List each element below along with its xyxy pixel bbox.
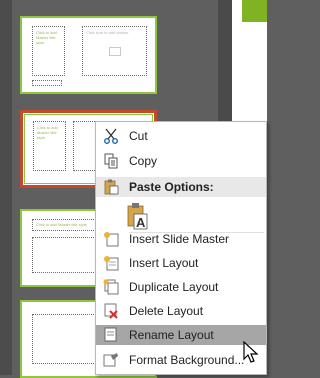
format-background-icon — [103, 353, 118, 367]
menu-item-format-background[interactable]: Format Background... — [96, 350, 266, 370]
paste-icon — [104, 179, 119, 195]
title-placeholder-text: Click to add Master title style — [36, 222, 87, 227]
scissors-icon — [104, 128, 118, 144]
title-placeholder-text: Click to add Master title style — [36, 30, 57, 45]
menu-item-copy[interactable]: Copy — [96, 151, 266, 171]
menu-item-rename-layout[interactable]: Rename Layout — [96, 325, 266, 345]
footer-placeholder — [32, 80, 62, 86]
copy-icon — [104, 153, 118, 169]
paste-keep-text-only-icon[interactable]: A — [126, 202, 148, 230]
title-placeholder-text: Click to add Master title style — [37, 125, 58, 140]
delete-layout-icon — [104, 303, 118, 319]
context-menu: Cut Copy Paste Options: A Insert Slide M… — [95, 121, 267, 375]
slide-accent-bar — [242, 0, 267, 22]
menu-item-delete-layout[interactable]: Delete Layout — [96, 301, 266, 321]
content-placeholder — [32, 237, 102, 273]
title-placeholder: Click to add Master title style — [33, 121, 66, 171]
picture-placeholder: Click icon to add picture — [82, 26, 147, 76]
paste-options-label: Paste Options: — [129, 180, 214, 194]
svg-text:A: A — [136, 215, 146, 230]
menu-item-label: Duplicate Layout — [129, 280, 219, 294]
menu-item-label: Insert Slide Master — [129, 232, 230, 246]
title-placeholder: Click to add Master title style — [32, 26, 65, 76]
insert-layout-icon — [104, 256, 119, 271]
menu-item-label: Insert Layout — [129, 256, 199, 270]
picture-placeholder-text: Click icon to add picture — [86, 30, 129, 35]
picture-icon — [109, 47, 121, 56]
rename-layout-icon — [104, 327, 117, 342]
title-placeholder: Click to add Master title style — [32, 219, 102, 231]
duplicate-layout-icon — [103, 279, 119, 295]
layout-thumbnail[interactable]: Click to add Master title style Click ic… — [20, 16, 157, 94]
menu-item-label: Copy — [129, 154, 158, 168]
menu-item-duplicate-layout[interactable]: Duplicate Layout — [96, 277, 266, 297]
menu-item-insert-layout[interactable]: Insert Layout — [96, 253, 266, 273]
menu-item-label: Cut — [129, 129, 148, 143]
menu-item-cut[interactable]: Cut — [96, 126, 266, 146]
menu-item-insert-slide-master[interactable]: Insert Slide Master — [96, 229, 266, 249]
menu-item-label: Rename Layout — [129, 328, 214, 342]
thumbnail-pane-left-edge — [0, 0, 12, 375]
insert-slide-master-icon — [104, 232, 119, 247]
menu-item-label: Format Background... — [129, 353, 245, 367]
content-placeholder — [32, 314, 102, 364]
paste-options-header: Paste Options: — [96, 177, 266, 197]
menu-item-label: Delete Layout — [129, 304, 204, 318]
mouse-pointer-icon — [243, 341, 259, 363]
